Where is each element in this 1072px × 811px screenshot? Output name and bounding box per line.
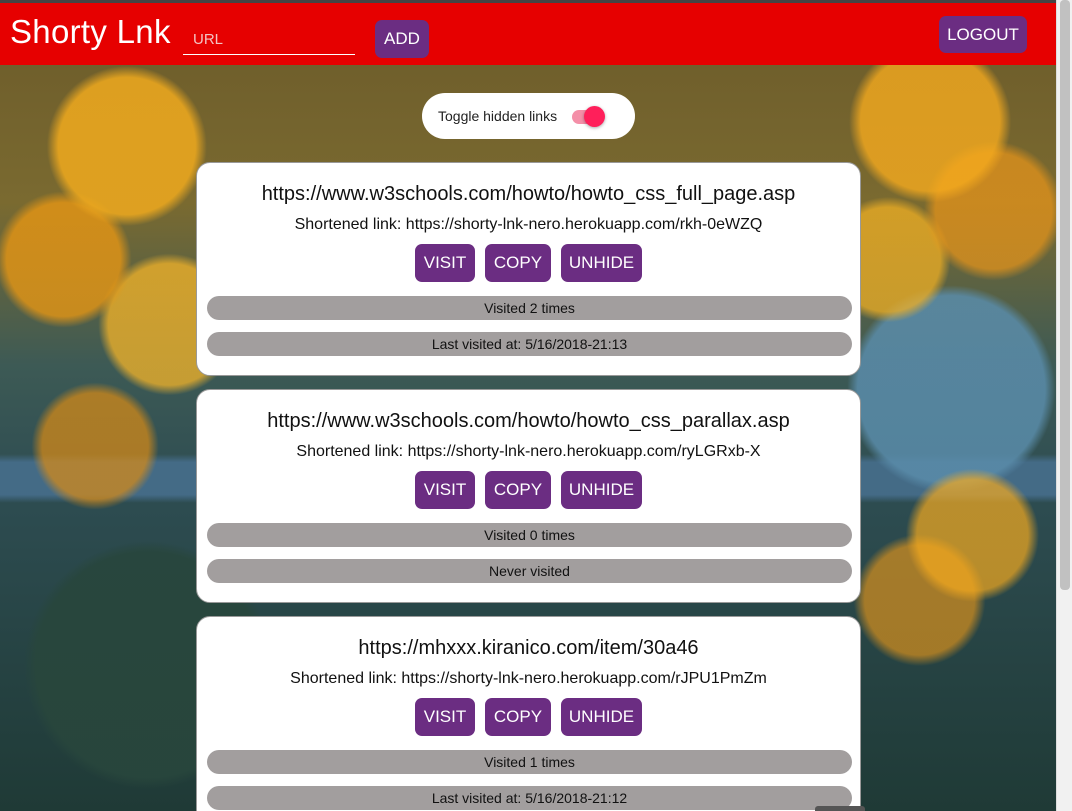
original-url: https://mhxxx.kiranico.com/item/30a46 [358,637,699,659]
horizontal-scroll-handle[interactable] [815,806,865,811]
toggle-hidden-links: Toggle hidden links [422,93,635,139]
last-visited: Last visited at: 5/16/2018-21:12 [207,786,852,810]
copy-button[interactable]: COPY [485,244,551,282]
visit-count: Visited 0 times [207,523,852,547]
link-card: https://www.w3schools.com/howto/howto_cs… [196,389,861,603]
link-card: https://www.w3schools.com/howto/howto_cs… [196,162,861,376]
visit-button[interactable]: VISIT [415,698,475,736]
visit-button[interactable]: VISIT [415,244,475,282]
last-visited: Last visited at: 5/16/2018-21:13 [207,332,852,356]
scrollbar-thumb[interactable] [1060,0,1070,590]
copy-button[interactable]: COPY [485,471,551,509]
app-header: Shorty Lnk ADD LOGOUT [0,0,1057,65]
card-actions: VISIT COPY UNHIDE [197,244,860,282]
toggle-label: Toggle hidden links [438,108,558,124]
copy-button[interactable]: COPY [485,698,551,736]
visit-count: Visited 1 times [207,750,852,774]
card-actions: VISIT COPY UNHIDE [197,698,860,736]
url-input[interactable] [183,25,355,55]
visit-button[interactable]: VISIT [415,471,475,509]
original-url: https://www.w3schools.com/howto/howto_cs… [261,183,796,205]
unhide-button[interactable]: UNHIDE [561,698,642,736]
shortened-link: Shortened link: https://shorty-lnk-nero.… [296,443,761,460]
brand-title: Shorty Lnk [10,13,171,50]
add-button[interactable]: ADD [375,20,429,58]
vertical-scrollbar[interactable] [1056,0,1072,811]
toggle-switch-thumb[interactable] [584,106,605,127]
logout-button[interactable]: LOGOUT [939,16,1027,53]
visit-count: Visited 2 times [207,296,852,320]
unhide-button[interactable]: UNHIDE [561,471,642,509]
shortened-link: Shortened link: https://shorty-lnk-nero.… [294,216,763,233]
last-visited: Never visited [207,559,852,583]
shortened-link: Shortened link: https://shorty-lnk-nero.… [290,670,767,687]
card-actions: VISIT COPY UNHIDE [197,471,860,509]
unhide-button[interactable]: UNHIDE [561,244,642,282]
link-card: https://mhxxx.kiranico.com/item/30a46 Sh… [196,616,861,811]
original-url: https://www.w3schools.com/howto/howto_cs… [267,410,790,432]
